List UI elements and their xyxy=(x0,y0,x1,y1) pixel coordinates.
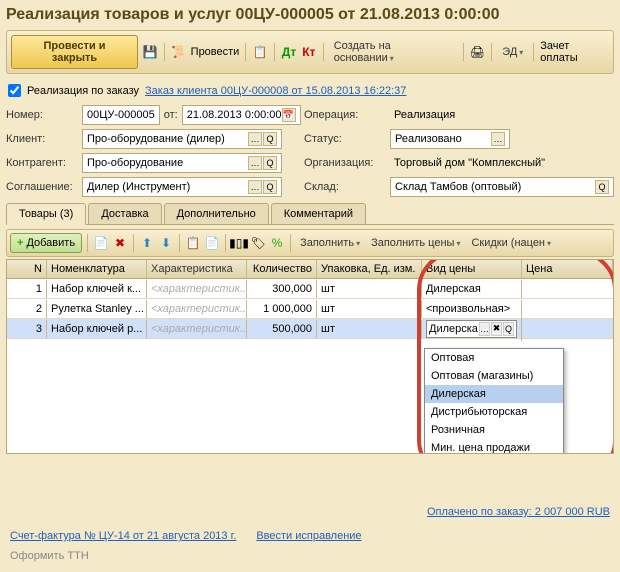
print-icon[interactable]: 🖨 xyxy=(469,44,485,60)
by-order-label: Реализация по заказу xyxy=(27,85,139,97)
open-icon[interactable]: Q xyxy=(263,180,277,194)
paste-icon[interactable]: 📄 xyxy=(204,235,220,251)
dropdown-item[interactable]: Мин. цена продажи xyxy=(425,439,563,454)
dtkt-icon[interactable]: Дт xyxy=(281,44,297,60)
st-field[interactable]: Реализовано… xyxy=(390,129,510,149)
grid-toolbar: +Добавить 📄 ✖ ⬆ ⬇ 📋 📄 ▮▯▮ 🏷 % Заполнить … xyxy=(6,229,614,257)
up-icon[interactable]: ⬆ xyxy=(139,235,155,251)
tag-icon[interactable]: 🏷 xyxy=(250,235,266,251)
by-order-checkbox[interactable] xyxy=(8,84,21,97)
col-qty[interactable]: Количество xyxy=(247,260,317,278)
order-link[interactable]: Заказ клиента 00ЦУ-000008 от 15.08.2013 … xyxy=(145,85,406,97)
org-label: Организация: xyxy=(304,157,384,169)
fill-prices-button[interactable]: Заполнить цены xyxy=(367,235,464,251)
open-icon[interactable]: Q xyxy=(263,132,277,146)
dropdown-item[interactable]: Оптовая (магазины) xyxy=(425,367,563,385)
st-label: Статус: xyxy=(304,133,384,145)
discounts-button[interactable]: Скидки (нацен xyxy=(467,235,555,251)
fix-link[interactable]: Ввести исправление xyxy=(256,530,361,542)
dropdown-item[interactable]: Оптовая xyxy=(425,349,563,367)
post-close-button[interactable]: Провести и закрыть xyxy=(11,35,138,69)
cli-field[interactable]: Про-оборудование (дилер)…Q xyxy=(82,129,282,149)
org-field: Торговый дом "Комплексный" xyxy=(390,153,614,173)
select-icon[interactable]: … xyxy=(491,132,505,146)
page-title: Реализация товаров и услуг 00ЦУ-000005 о… xyxy=(6,6,614,24)
copy-icon[interactable]: 📄 xyxy=(93,235,109,251)
report-icon[interactable]: 📋 xyxy=(252,44,268,60)
table-row[interactable]: 2Рулетка Stanley ...<характеристик...1 0… xyxy=(7,299,613,319)
col-n[interactable]: N xyxy=(7,260,47,278)
op-label: Операция: xyxy=(304,109,384,121)
clear-icon[interactable]: ✖ xyxy=(491,322,502,336)
payment-button[interactable]: Зачет оплаты xyxy=(540,40,609,64)
main-toolbar: Провести и закрыть 💾 📜 Провести 📋 Дт Кт … xyxy=(6,30,614,74)
skl-label: Склад: xyxy=(304,181,384,193)
num-field[interactable]: 00ЦУ-000005 xyxy=(82,105,160,125)
post-label[interactable]: Провести xyxy=(191,46,240,58)
add-button[interactable]: +Добавить xyxy=(10,233,82,253)
select-icon[interactable]: … xyxy=(479,322,490,336)
price-cell-edit[interactable]: Дилерска…✖Q xyxy=(426,320,517,338)
col-cena[interactable]: Цена xyxy=(522,260,613,278)
tab-extra[interactable]: Дополнительно xyxy=(164,203,269,224)
goods-grid[interactable]: N Номенклатура Характеристика Количество… xyxy=(6,259,614,454)
price-dropdown[interactable]: ОптоваяОптовая (магазины)ДилерскаяДистри… xyxy=(424,348,564,454)
col-price[interactable]: Вид цены xyxy=(422,260,522,278)
dtkt2-icon[interactable]: Кт xyxy=(301,44,317,60)
plus-icon: + xyxy=(17,237,23,249)
open-icon[interactable]: Q xyxy=(595,180,609,194)
dropdown-item[interactable]: Дилерская xyxy=(425,385,563,403)
open-icon[interactable]: Q xyxy=(263,156,277,170)
down-icon[interactable]: ⬇ xyxy=(158,235,174,251)
table-row[interactable]: 3Набор ключей р...<характеристик...500,0… xyxy=(7,319,613,339)
sog-label: Соглашение: xyxy=(6,181,76,193)
tab-goods[interactable]: Товары (3) xyxy=(6,203,86,225)
cli-label: Клиент: xyxy=(6,133,76,145)
dropdown-item[interactable]: Дистрибьюторская xyxy=(425,403,563,421)
select-icon[interactable]: … xyxy=(248,132,262,146)
post-icon[interactable]: 📜 xyxy=(171,44,187,60)
clipboard-icon[interactable]: 📋 xyxy=(185,235,201,251)
select-icon[interactable]: … xyxy=(248,180,262,194)
save-icon[interactable]: 💾 xyxy=(142,44,158,60)
ttn-link[interactable]: Оформить ТТН xyxy=(6,546,614,566)
ka-label: Контрагент: xyxy=(6,157,76,169)
ed-button[interactable]: ЭД xyxy=(498,44,527,60)
num-label: Номер: xyxy=(6,109,76,121)
skl-field[interactable]: Склад Тамбов (оптовый)Q xyxy=(390,177,614,197)
calendar-icon[interactable]: 📅 xyxy=(282,108,296,122)
op-field: Реализация xyxy=(390,105,614,125)
col-char[interactable]: Характеристика xyxy=(147,260,247,278)
invoice-link[interactable]: Счет-фактура № ЦУ-14 от 21 августа 2013 … xyxy=(10,530,236,542)
ka-field[interactable]: Про-оборудование…Q xyxy=(82,153,282,173)
date-field[interactable]: 21.08.2013 0:00:00📅 xyxy=(182,105,301,125)
tabs: Товары (3) Доставка Дополнительно Коммен… xyxy=(6,203,614,225)
open-icon[interactable]: Q xyxy=(503,322,514,336)
fill-button[interactable]: Заполнить xyxy=(296,235,364,251)
col-nom[interactable]: Номенклатура xyxy=(47,260,147,278)
paid-link[interactable]: Оплачено по заказу: 2 007 000 RUB xyxy=(427,506,610,518)
table-row[interactable]: 1Набор ключей к...<характеристик...300,0… xyxy=(7,279,613,299)
delete-icon[interactable]: ✖ xyxy=(112,235,128,251)
col-pkg[interactable]: Упаковка, Ед. изм. xyxy=(317,260,422,278)
barcode-icon[interactable]: ▮▯▮ xyxy=(231,235,247,251)
create-based-button[interactable]: Создать на основании xyxy=(330,38,457,66)
tab-delivery[interactable]: Доставка xyxy=(88,203,161,224)
ot-label: от: xyxy=(164,109,178,121)
sog-field[interactable]: Дилер (Инструмент)…Q xyxy=(82,177,282,197)
percent-icon[interactable]: % xyxy=(269,235,285,251)
dropdown-item[interactable]: Розничная xyxy=(425,421,563,439)
select-icon[interactable]: … xyxy=(248,156,262,170)
tab-comment[interactable]: Комментарий xyxy=(271,203,366,224)
